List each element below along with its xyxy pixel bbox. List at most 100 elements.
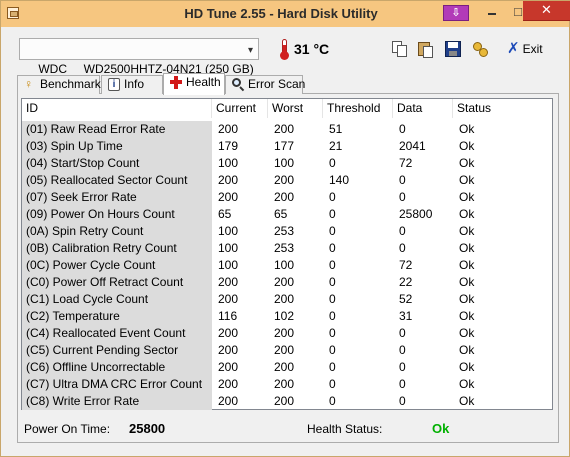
cell-id: (C7) Ultra DMA CRC Error Count [22,376,212,393]
cell-status: Ok [459,190,475,204]
close-button[interactable]: ✕ [523,1,570,21]
cell-threshold: 0 [329,207,336,221]
cell-data: 0 [399,241,406,255]
column-header-data[interactable]: Data [393,99,453,118]
table-row[interactable]: (09) Power On Hours Count 65 65 0 25800 Ok [22,206,552,223]
tab-error-scan[interactable]: Error Scan [225,75,305,94]
table-row[interactable]: (03) Spin Up Time 179 177 21 2041 Ok [22,138,552,155]
cell-current: 116 [218,309,238,323]
options-icon[interactable] [471,40,489,58]
tab-info[interactable]: i Info [101,75,163,94]
cell-worst: 200 [274,377,295,391]
table-row[interactable]: (C6) Offline Uncorrectable 200 200 0 0 Ok [22,359,552,376]
table-row[interactable]: (C7) Ultra DMA CRC Error Count 200 200 0 0 Ok [22,376,552,393]
table-row[interactable]: (04) Start/Stop Count 100 100 0 72 Ok [22,155,552,172]
cell-worst: 200 [274,360,295,374]
cell-data: 0 [399,224,406,238]
table-row[interactable]: (0B) Calibration Retry Count 100 253 0 0 Ok [22,240,552,257]
cell-status: Ok [459,343,475,357]
exit-button[interactable]: ✗ Exit [507,41,543,59]
table-row[interactable]: (05) Reallocated Sector Count 200 200 140 0 O… [22,172,552,189]
table-row[interactable]: (07) Seek Error Rate 200 200 0 0 Ok [22,189,552,206]
cell-threshold: 140 [329,173,350,187]
cell-status: Ok [459,326,475,340]
cell-threshold: 0 [329,377,336,391]
cell-current: 100 [218,156,239,170]
cell-threshold: 0 [329,360,336,374]
cell-threshold: 0 [329,241,336,255]
cell-id: (04) Start/Stop Count [22,155,212,172]
download-button[interactable]: ⇩ [443,5,469,21]
cell-threshold: 0 [329,258,336,272]
cell-current: 200 [218,173,239,187]
cell-worst: 200 [274,275,295,289]
cell-threshold: 0 [329,394,336,408]
cell-data: 0 [399,173,406,187]
tab-label: Health [186,75,221,89]
cell-threshold: 0 [329,156,336,170]
column-header-threshold[interactable]: Threshold [323,99,393,118]
paste-icon[interactable] [417,40,435,58]
table-row[interactable]: (C5) Current Pending Sector 200 200 0 0 Ok [22,342,552,359]
table-row[interactable]: (01) Raw Read Error Rate 200 200 51 0 Ok [22,121,552,138]
cell-id: (0A) Spin Retry Count [22,223,212,240]
cell-id: (05) Reallocated Sector Count [22,172,212,189]
table-row[interactable]: (C0) Power Off Retract Count 200 200 0 22 Ok [22,274,552,291]
minimize-button[interactable] [479,3,505,23]
title-bar[interactable]: HD Tune 2.55 - Hard Disk Utility ⇩ □ ✕ [1,1,570,27]
cell-current: 200 [218,394,239,408]
cell-current: 200 [218,343,239,357]
copy-icon[interactable] [391,40,409,58]
cell-data: 52 [399,292,413,306]
cell-threshold: 0 [329,292,336,306]
table-row[interactable]: (0C) Power Cycle Count 100 100 0 72 Ok [22,257,552,274]
cell-current: 200 [218,190,239,204]
cell-id: (C1) Load Cycle Count [22,291,212,308]
cell-id: (07) Seek Error Rate [22,189,212,206]
chevron-down-icon: ▾ [247,45,253,56]
cell-status: Ok [459,394,475,408]
drive-select[interactable]: WDC WD2500HHTZ-04N21 (250 GB) ▾ [19,38,259,76]
cell-threshold: 21 [329,139,343,153]
tab-benchmark[interactable]: ♀ Benchmark [17,75,101,94]
cell-worst: 65 [274,207,288,221]
cell-current: 200 [218,275,239,289]
cell-worst: 200 [274,173,295,187]
cell-id: (C0) Power Off Retract Count [22,274,212,291]
table-row[interactable]: (0A) Spin Retry Count 100 253 0 0 Ok [22,223,552,240]
cell-worst: 200 [274,343,295,357]
cell-status: Ok [459,156,475,170]
cell-data: 22 [399,275,413,289]
cell-data: 25800 [399,207,433,221]
cell-status: Ok [459,139,475,153]
table-row[interactable]: (C2) Temperature 116 102 0 31 Ok [22,308,552,325]
column-header-id[interactable]: ID [22,99,212,118]
info-icon: i [108,78,120,91]
table-row[interactable]: (C1) Load Cycle Count 200 200 0 52 Ok [22,291,552,308]
thermometer-icon [280,39,289,60]
cell-status: Ok [459,377,475,391]
cell-threshold: 0 [329,224,336,238]
table-row[interactable]: (C4) Reallocated Event Count 200 200 0 0 Ok [22,325,552,342]
cell-worst: 100 [274,156,295,170]
health-icon [170,76,182,89]
exit-label: Exit [522,42,543,56]
cell-id: (C2) Temperature [22,308,212,325]
column-header-current[interactable]: Current [212,99,268,118]
table-row[interactable]: (C8) Write Error Rate 200 200 0 0 Ok [22,393,552,410]
save-icon[interactable] [444,40,462,58]
benchmark-icon: ♀ [24,77,33,91]
cell-current: 65 [218,207,232,221]
tab-health[interactable]: Health [163,73,225,95]
cell-status: Ok [459,309,475,323]
smart-attributes-table[interactable]: ID Current Worst Threshold Data Status (… [21,98,553,410]
cell-status: Ok [459,224,475,238]
cell-data: 72 [399,156,413,170]
window-title: HD Tune 2.55 - Hard Disk Utility [184,6,378,21]
cell-threshold: 0 [329,275,336,289]
cell-data: 0 [399,394,406,408]
cell-id: (C6) Offline Uncorrectable [22,359,212,376]
cell-worst: 253 [274,224,295,238]
column-header-worst[interactable]: Worst [268,99,323,118]
column-header-status[interactable]: Status [453,99,552,118]
